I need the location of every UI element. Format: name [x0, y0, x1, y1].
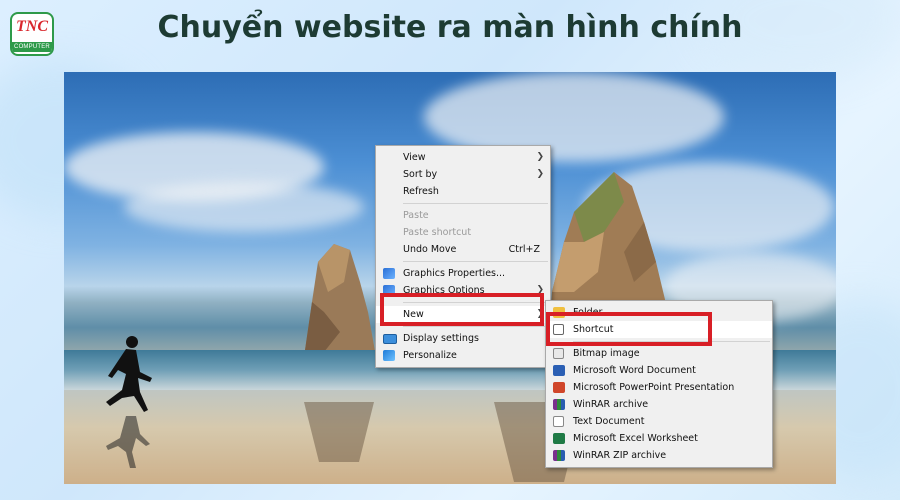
page-title: Chuyển website ra màn hình chính — [157, 10, 743, 45]
runner-silhouette — [106, 336, 152, 468]
menu-item-graphics-properties[interactable]: Graphics Properties... — [376, 265, 550, 282]
desktop-context-menu: View ❯ Sort by ❯ Refresh Paste Paste short… — [375, 145, 551, 368]
submenu-item-winrar-zip-archive[interactable]: WinRAR ZIP archive — [546, 447, 772, 464]
submenu-item-bitmap-image[interactable]: Bitmap image — [546, 345, 772, 362]
submenu-item-label: Bitmap image — [573, 348, 640, 359]
menu-item-refresh[interactable]: Refresh — [376, 183, 550, 200]
menu-separator — [403, 261, 548, 262]
highlight-shortcut — [546, 312, 712, 346]
powerpoint-icon — [553, 382, 565, 393]
submenu-item-label: WinRAR archive — [573, 399, 649, 410]
left-rock — [304, 244, 376, 357]
submenu-item-excel-worksheet[interactable]: Microsoft Excel Worksheet — [546, 430, 772, 447]
menu-item-view[interactable]: View ❯ — [376, 149, 550, 166]
winrar-icon — [553, 399, 565, 410]
desktop-screenshot[interactable]: View ❯ Sort by ❯ Refresh Paste Paste short… — [64, 72, 836, 484]
word-icon — [553, 365, 565, 376]
chevron-right-icon: ❯ — [536, 152, 544, 162]
bitmap-icon — [553, 348, 564, 359]
menu-item-label: Sort by — [403, 169, 438, 180]
menu-item-label: Personalize — [403, 350, 457, 361]
graphics-icon — [383, 268, 395, 279]
personalize-icon — [383, 350, 395, 361]
submenu-item-powerpoint-presentation[interactable]: Microsoft PowerPoint Presentation — [546, 379, 772, 396]
submenu-item-text-document[interactable]: Text Document — [546, 413, 772, 430]
menu-item-personalize[interactable]: Personalize — [376, 347, 550, 364]
menu-item-label: Refresh — [403, 186, 439, 197]
menu-item-label: Undo Move — [403, 244, 457, 255]
submenu-item-label: Microsoft Word Document — [573, 365, 696, 376]
menu-item-paste[interactable]: Paste — [376, 207, 550, 224]
chevron-right-icon: ❯ — [536, 169, 544, 179]
submenu-item-label: Text Document — [573, 416, 645, 427]
menu-item-display-settings[interactable]: Display settings — [376, 330, 550, 347]
display-icon — [383, 334, 397, 344]
shortcut-key: Ctrl+Z — [508, 244, 540, 255]
menu-item-label: Display settings — [403, 333, 479, 344]
menu-separator — [403, 326, 548, 327]
menu-item-undo-move[interactable]: Undo Move Ctrl+Z — [376, 241, 550, 258]
text-document-icon — [553, 416, 564, 427]
submenu-item-winrar-archive[interactable]: WinRAR archive — [546, 396, 772, 413]
menu-item-label: Paste shortcut — [403, 227, 472, 238]
submenu-item-label: Microsoft PowerPoint Presentation — [573, 382, 735, 393]
submenu-item-word-document[interactable]: Microsoft Word Document — [546, 362, 772, 379]
excel-icon — [553, 433, 565, 444]
menu-item-sort-by[interactable]: Sort by ❯ — [376, 166, 550, 183]
menu-item-label: Paste — [403, 210, 429, 221]
submenu-item-label: WinRAR ZIP archive — [573, 450, 667, 461]
rock-reflection — [304, 402, 374, 462]
winrar-zip-icon — [553, 450, 565, 461]
menu-item-label: Graphics Properties... — [403, 268, 506, 279]
menu-item-paste-shortcut[interactable]: Paste shortcut — [376, 224, 550, 241]
menu-separator — [403, 203, 548, 204]
menu-item-label: View — [403, 152, 426, 163]
submenu-item-label: Microsoft Excel Worksheet — [573, 433, 698, 444]
cloud — [124, 182, 364, 232]
highlight-new — [380, 293, 544, 326]
